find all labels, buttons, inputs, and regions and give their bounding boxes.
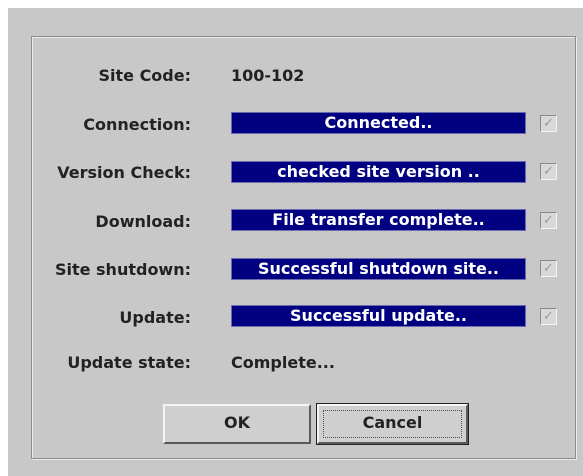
- ok-button[interactable]: OK: [163, 404, 311, 444]
- connection-checkbox[interactable]: ✓: [540, 115, 557, 132]
- site-shutdown-checkbox[interactable]: ✓: [540, 260, 557, 277]
- update-status-group: [31, 36, 576, 459]
- update-state-label: Update state:: [67, 353, 191, 372]
- version-check-status-bar: checked site version ..: [231, 161, 526, 183]
- update-status-bar: Successful update..: [231, 305, 526, 327]
- update-label: Update:: [119, 308, 191, 327]
- update-checkbox[interactable]: ✓: [540, 308, 557, 325]
- site-code-label: Site Code:: [98, 66, 191, 85]
- version-check-label: Version Check:: [57, 163, 191, 182]
- site-shutdown-status-bar: Successful shutdown site..: [231, 258, 526, 280]
- connection-status-bar: Connected..: [231, 112, 526, 134]
- update-state-value: Complete...: [231, 353, 335, 372]
- connection-label: Connection:: [83, 115, 191, 134]
- download-label: Download:: [95, 212, 191, 231]
- site-code-value: 100-102: [231, 66, 305, 85]
- cancel-button[interactable]: Cancel: [316, 403, 469, 445]
- cancel-button-label: Cancel: [362, 413, 423, 432]
- download-status-bar: File transfer complete..: [231, 209, 526, 231]
- download-checkbox[interactable]: ✓: [540, 212, 557, 229]
- site-shutdown-label: Site shutdown:: [54, 260, 191, 279]
- version-check-checkbox[interactable]: ✓: [540, 163, 557, 180]
